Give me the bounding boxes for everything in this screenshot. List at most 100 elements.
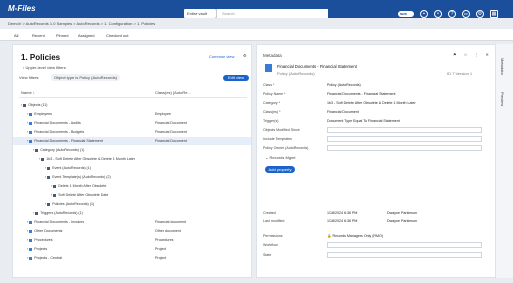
common-view-link[interactable]: Common view xyxy=(209,54,234,59)
list-item-name: › Other Documents xyxy=(27,229,63,233)
listing-pane: 1. Policies Common view ⚙ › Upper-level … xyxy=(12,44,252,278)
apps-icon[interactable]: ▦ xyxy=(490,10,498,18)
help-icon[interactable]: ? xyxy=(448,10,456,18)
upper-view-filters[interactable]: › Upper-level view filters xyxy=(23,65,66,70)
pane-actions-icon[interactable]: ⚑ ☆ ⋮ ✕ xyxy=(453,52,492,57)
notification-icon[interactable]: • xyxy=(434,10,442,18)
property-label: Category * xyxy=(263,101,280,105)
tab-preview[interactable]: Preview xyxy=(500,92,505,106)
list-item[interactable]: › Projects Project xyxy=(13,245,251,253)
property-label: Include Templates xyxy=(263,137,292,141)
list-item[interactable]: › Other Documents Other document xyxy=(13,227,251,235)
gear-icon[interactable]: ⚙ xyxy=(243,53,247,58)
list-item-label: Category (AutoRecords) (1) xyxy=(40,148,85,152)
document-icon xyxy=(29,121,33,125)
tab-metadata[interactable]: Metadata xyxy=(500,58,505,75)
list-item-label: Financial Documents - Audits xyxy=(34,121,81,125)
new-toggle[interactable]: NEW xyxy=(398,11,414,17)
list-item[interactable]: › Procedures Procedures xyxy=(13,236,251,244)
property-value[interactable]: Policy (AutoRecords) xyxy=(327,83,361,87)
tab-all[interactable]: All xyxy=(14,33,18,38)
tab-assigned[interactable]: Assigned xyxy=(78,33,94,38)
folder-icon xyxy=(41,157,45,161)
object-title: Financial Documents - Financial Statemen… xyxy=(277,64,357,69)
list-item-name: › Triggers (AutoRecords) (1) xyxy=(33,211,83,215)
view-filter-chip[interactable]: Object type is Policy (AutoRecords) xyxy=(51,74,120,81)
search-input[interactable]: Search xyxy=(216,9,328,18)
list-item[interactable]: › Category (AutoRecords) (1) xyxy=(13,146,251,154)
list-item[interactable]: › Financial Documents - Audits Financial … xyxy=(13,119,251,127)
property-input[interactable] xyxy=(327,127,482,133)
property-label: Policy Owner (AutoRecords) xyxy=(263,146,309,150)
list-item-name: › Financial Documents - Audits xyxy=(27,121,81,125)
list-item[interactable]: › Soft Delete After Obsolete Date xyxy=(13,191,251,199)
list-item[interactable]: › Event Template(s) (AutoRecords) (2) xyxy=(13,173,251,181)
document-icon xyxy=(29,220,33,224)
breadcrumb[interactable]: DemoV > AutoRecords 1.0 Samples > AutoRe… xyxy=(8,19,513,29)
add-icon[interactable]: + xyxy=(420,10,428,18)
tab-bar: All Recent Pinned Assigned Checked out xyxy=(0,29,513,41)
list-item-name: › Financial Documents - Financial Statem… xyxy=(27,139,103,143)
tab-pinned[interactable]: Pinned xyxy=(56,33,68,38)
add-property-button[interactable]: Add property xyxy=(265,166,295,173)
folder-icon xyxy=(35,148,39,152)
list-item[interactable]: › 1b3 - Soft Delete After Obsolete & Del… xyxy=(13,155,251,163)
property-value[interactable]: Financial Documents - Financial Statemen… xyxy=(327,92,396,96)
column-class-header[interactable]: Class(es) [AutoRe... xyxy=(155,90,191,95)
state-field[interactable] xyxy=(327,252,482,258)
list-item[interactable]: › Projects - Central Project xyxy=(13,254,251,262)
list-item[interactable]: › Financial Documents - Financial Statem… xyxy=(13,137,251,145)
workflow-field[interactable] xyxy=(327,242,482,248)
folder-icon xyxy=(47,175,51,179)
list-item-name: › Event Template(s) (AutoRecords) (2) xyxy=(45,175,111,179)
permissions-label: Permissions xyxy=(263,234,283,238)
list-item-name: › 1b3 - Soft Delete After Obsolete & Del… xyxy=(39,157,135,161)
property-value[interactable]: Financial Document xyxy=(327,110,359,114)
list-item-name: › Event (AutoRecords) (1) xyxy=(45,166,91,170)
list-item[interactable]: › Financial Documents - Budgets Financial… xyxy=(13,128,251,136)
list-item-label: 1b3 - Soft Delete After Obsolete & Delet… xyxy=(46,157,135,161)
list-item[interactable]: › Employees Employee xyxy=(13,110,251,118)
property-input[interactable] xyxy=(327,136,482,142)
list-item-label: Financial Documents - Budgets xyxy=(34,130,85,134)
list-item-label: Event (AutoRecords) (1) xyxy=(52,166,91,170)
list-item[interactable]: › Objects (11) xyxy=(13,101,251,109)
column-name-header[interactable]: Name ↓ xyxy=(21,90,35,95)
page-title: 1. Policies xyxy=(21,53,61,62)
property-label: Trigger(s) xyxy=(263,119,279,123)
list-item[interactable]: › Triggers (AutoRecords) (1) xyxy=(13,209,251,217)
list-item-label: Policies (AutoRecords) (1) xyxy=(52,202,95,206)
settings-icon[interactable]: ⚙ xyxy=(476,10,484,18)
permissions-value[interactable]: 🔒 Records Managers Only (RMO) xyxy=(327,234,383,238)
property-label: Class(es) * xyxy=(263,110,281,114)
list-item-name: › Projects xyxy=(27,247,48,251)
property-value[interactable]: Document Type Equal To Financial Stateme… xyxy=(327,119,400,123)
top-bar: M-Files Entire vault Search NEW + • ? DP… xyxy=(0,0,513,18)
list-item-label: Employees xyxy=(34,112,52,116)
list-item[interactable]: › Policies (AutoRecords) (1) xyxy=(13,200,251,208)
modified-by: Dwayne Parkinson xyxy=(387,219,417,223)
workflow-label: Workflow xyxy=(263,243,278,247)
property-label: Class * xyxy=(263,83,275,87)
list-item-name: › Policies (AutoRecords) (1) xyxy=(45,202,95,206)
avatar[interactable]: DP xyxy=(462,10,470,18)
tab-checked-out[interactable]: Checked out xyxy=(106,33,128,38)
list-item-label: Projects - Central xyxy=(34,256,62,260)
list-item-label: Triggers (AutoRecords) (1) xyxy=(40,211,83,215)
records-mgmt-toggle[interactable]: ⌄ Records Mgmt xyxy=(265,155,295,160)
list-item[interactable]: › Delete 1 Month After Obsolete xyxy=(13,182,251,190)
edit-view-button[interactable]: Edit view xyxy=(223,75,249,81)
object-id: ID 7 Version 1 xyxy=(447,71,473,76)
list-item-name: › Objects (11) xyxy=(21,103,48,107)
list-item[interactable]: › Event (AutoRecords) (1) xyxy=(13,164,251,172)
tab-recent[interactable]: Recent xyxy=(32,33,45,38)
list-item[interactable]: › Financial Documents - Invoices Financia… xyxy=(13,218,251,226)
object-subtitle: Policy (AutoRecords) xyxy=(277,71,315,76)
property-value[interactable]: 1b3 - Soft Delete After Obsolete & Delet… xyxy=(327,101,416,105)
document-icon xyxy=(29,229,33,233)
property-input[interactable] xyxy=(327,145,482,151)
list-item-class: Financial Document xyxy=(155,121,187,125)
list-item-label: Financial Documents - Financial Statemen… xyxy=(34,139,103,143)
search-scope-select[interactable]: Entire vault xyxy=(184,9,216,18)
modified-label: Last modified xyxy=(263,219,285,223)
